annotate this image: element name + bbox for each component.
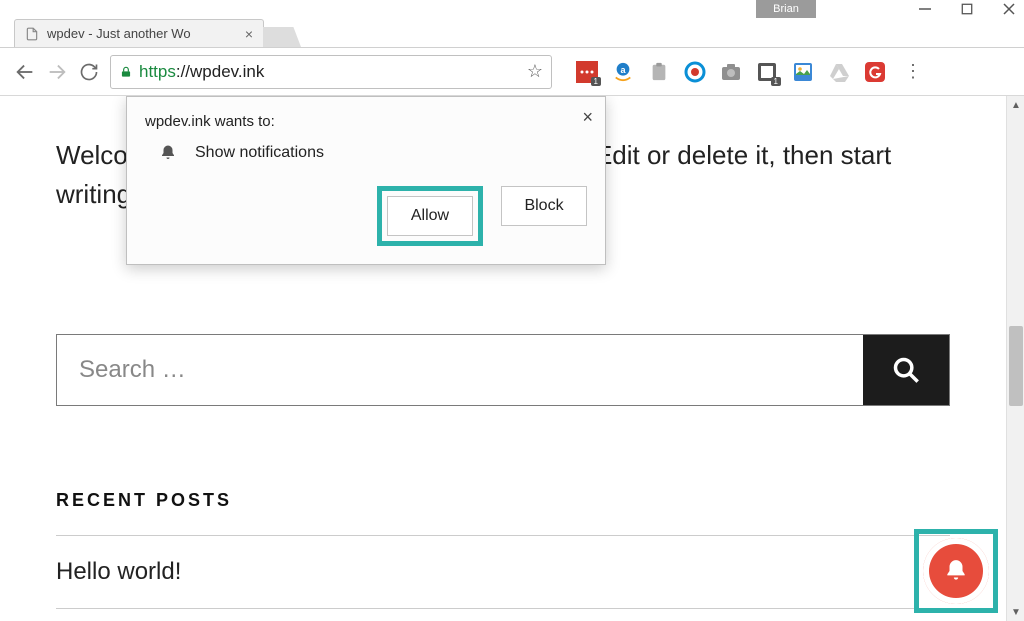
extension-amazon-icon[interactable]: a [612, 61, 634, 83]
extension-camera-icon[interactable] [720, 61, 742, 83]
bell-icon [159, 144, 177, 162]
window-minimize-button[interactable] [918, 2, 932, 16]
extension-adblock-icon[interactable] [684, 61, 706, 83]
search-icon [892, 356, 920, 384]
push-bell-button[interactable] [923, 538, 989, 604]
window-titlebar: Brian [0, 0, 1024, 20]
scroll-up-arrow[interactable]: ▲ [1007, 96, 1024, 114]
dialog-request-text: Show notifications [195, 144, 324, 162]
extension-skitch-icon[interactable]: 1 [756, 61, 778, 83]
recent-posts-list: Hello world! [56, 535, 950, 609]
browser-tab[interactable]: wpdev - Just another Wo × [14, 19, 264, 47]
new-tab-button[interactable] [263, 27, 301, 47]
extension-badge: 1 [771, 77, 781, 86]
tab-title: wpdev - Just another Wo [47, 26, 239, 41]
tab-strip: wpdev - Just another Wo × [0, 20, 1024, 48]
dialog-close-button[interactable]: × [582, 107, 593, 128]
address-bar[interactable]: https://wpdev.ink ☆ [110, 55, 552, 89]
notification-permission-dialog: × wpdev.ink wants to: Show notifications… [126, 96, 606, 265]
reload-button[interactable] [78, 61, 100, 83]
recent-posts-heading: RECENT POSTS [56, 490, 950, 511]
back-button[interactable] [14, 61, 36, 83]
extension-drive-icon[interactable] [828, 61, 850, 83]
profile-badge[interactable]: Brian [756, 0, 816, 18]
window-close-button[interactable] [1002, 2, 1016, 16]
vertical-scrollbar[interactable]: ▲ ▼ [1006, 96, 1024, 621]
scroll-thumb[interactable] [1009, 326, 1023, 406]
extension-badge: 1 [591, 77, 601, 86]
search-input[interactable] [57, 335, 863, 405]
extension-picture-icon[interactable] [792, 61, 814, 83]
lock-icon [119, 65, 133, 79]
block-button[interactable]: Block [501, 186, 587, 226]
window-maximize-button[interactable] [960, 2, 974, 16]
forward-button[interactable] [46, 61, 68, 83]
dialog-origin-text: wpdev.ink wants to: [145, 113, 587, 130]
push-bell-highlight [914, 529, 998, 613]
bookmark-star-icon[interactable]: ☆ [527, 61, 543, 82]
browser-toolbar: https://wpdev.ink ☆ 1 a 1 [0, 48, 1024, 96]
extension-clipboard-icon[interactable] [648, 61, 670, 83]
search-submit-button[interactable] [863, 335, 949, 405]
url-text: https://wpdev.ink [139, 62, 264, 82]
allow-button[interactable]: Allow [387, 196, 473, 236]
page-icon [25, 27, 39, 41]
search-form [56, 334, 950, 406]
extension-grammarly-icon[interactable] [864, 61, 886, 83]
page-content: Welcome to WordPress. This is your first… [0, 96, 1006, 621]
bell-icon [943, 558, 969, 584]
scroll-down-arrow[interactable]: ▼ [1007, 603, 1024, 621]
allow-highlight: Allow [377, 186, 483, 246]
browser-menu-button[interactable]: ⋮ [904, 61, 922, 82]
extension-lastpass-icon[interactable]: 1 [576, 61, 598, 83]
tab-close-button[interactable]: × [245, 26, 253, 42]
recent-post-link[interactable]: Hello world! [56, 536, 950, 609]
extension-strip: 1 a 1 [576, 61, 886, 83]
